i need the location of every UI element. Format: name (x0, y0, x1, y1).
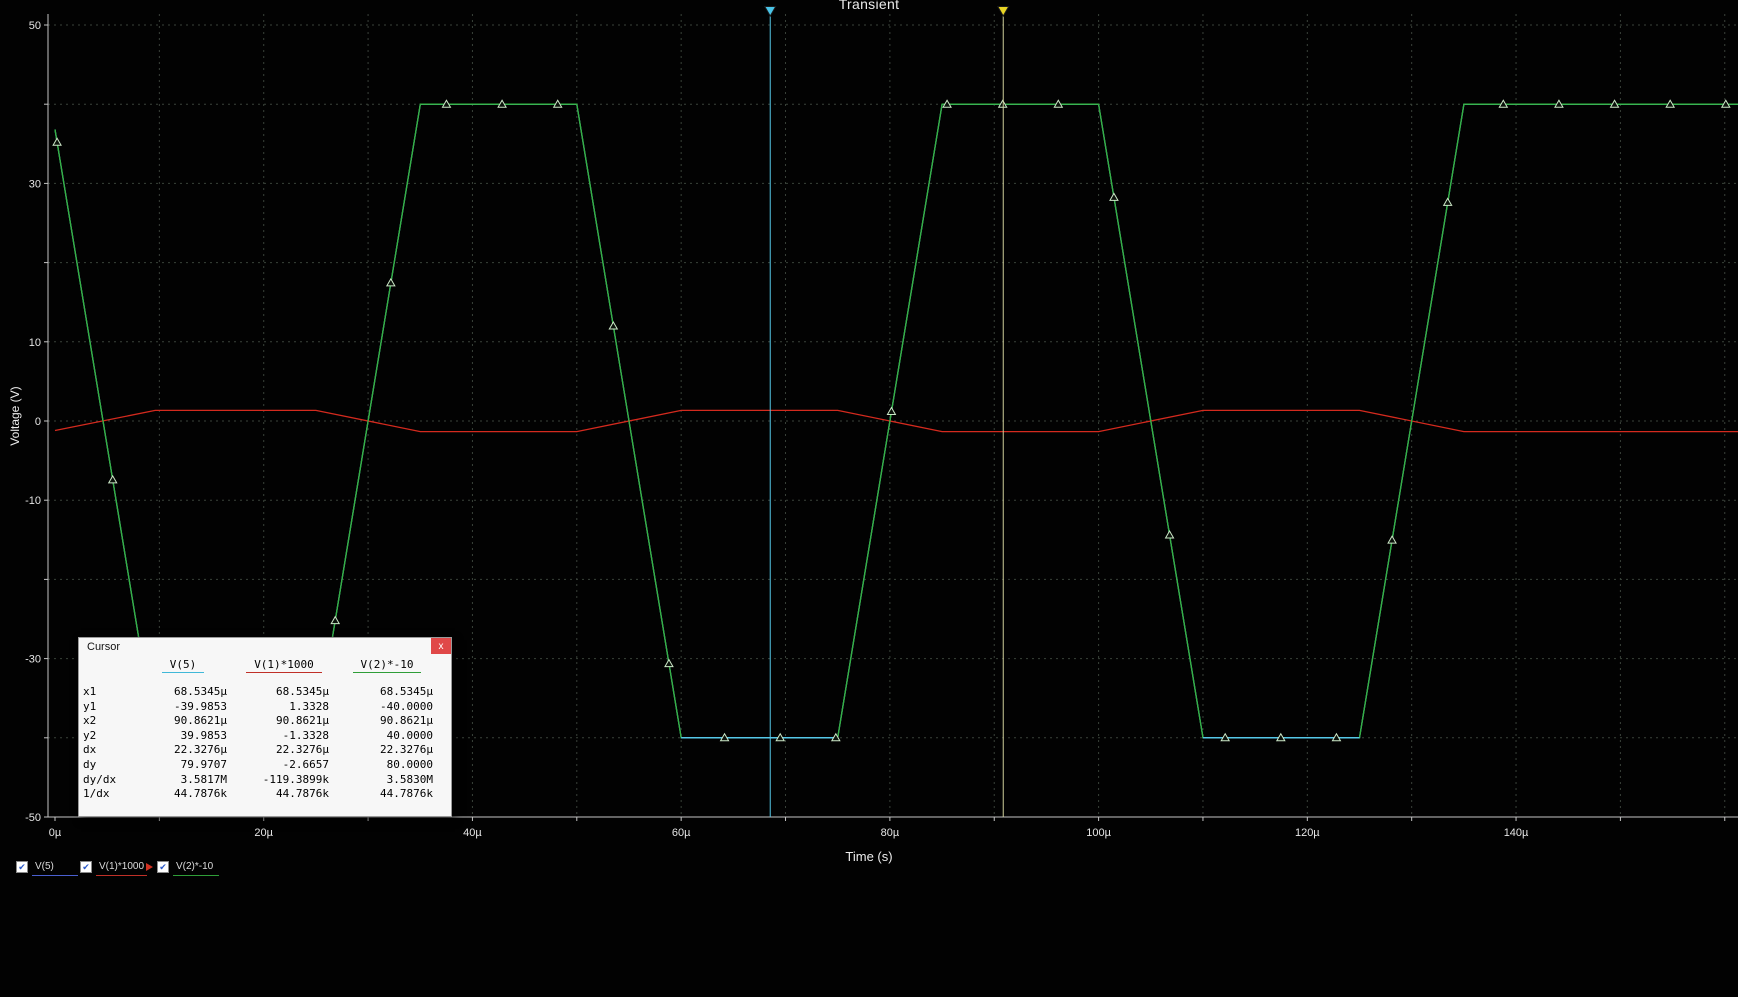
cursor-table-header: V(5) V(1)*1000 V(2)*-10 (83, 658, 447, 673)
cursor-value: -1.3328 (282, 728, 329, 742)
cursor-column-header: V(2)*-10 (352, 658, 422, 673)
cursor-value: 68.5345µ (276, 685, 329, 698)
y-tick-label: -10 (25, 495, 41, 507)
cursor-value: 68.5345µ (380, 685, 433, 698)
x-tick-label: 120µ (1295, 827, 1320, 839)
data-point-marker (385, 277, 396, 287)
cursor-row-label: x2 (83, 714, 97, 728)
cursor-window[interactable]: Cursor x V(5) V(1)*1000 V(2)*-10 x1 68.5345µ… (78, 637, 452, 817)
cursor-value: 3.5817M (180, 772, 227, 786)
cursor-table-row: 1/dx 44.7876k 44.7876k 44.7876k (83, 787, 447, 802)
cursor-row-label: dy/dx (83, 772, 117, 786)
cursor-table-row: dy/dx 3.5817M -119.3899k 3.5830M (83, 773, 447, 788)
trace-visibility-checkbox[interactable]: ✔ (157, 861, 169, 873)
cursor-value: 40.0000 (386, 728, 433, 742)
cursor-value: -39.9853 (174, 699, 227, 713)
cursor-column-header: V(5) (161, 658, 205, 673)
cursor-column-header: V(1)*1000 (246, 658, 322, 673)
cursor-value: 68.5345µ (174, 685, 227, 698)
data-point-marker (1164, 530, 1175, 539)
legend-item-v-5-[interactable]: ✔ V(5) (16, 861, 78, 876)
cursor-row-label: dx (83, 743, 97, 757)
cursor-value: 22.3276µ (276, 743, 329, 757)
cursor-row-label: y1 (83, 699, 97, 713)
cursor-table-row: y1 -39.9853 1.3328 -40.0000 (83, 700, 447, 715)
close-icon[interactable]: x (431, 638, 451, 654)
legend-item-v-1-1000[interactable]: ✔ V(1)*1000 (80, 861, 148, 876)
trace-visibility-checkbox[interactable]: ✔ (16, 861, 28, 873)
y-tick-label: 30 (29, 178, 41, 190)
cursor-value: 90.8621µ (174, 714, 227, 728)
data-point-marker (664, 658, 674, 668)
cursor-value: -2.6657 (282, 757, 329, 771)
legend-trace-label: V(2)*-10 (173, 861, 219, 876)
cursor-value: 3.5830M (386, 772, 433, 786)
cursor-table-row: dy 79.9707 -2.6657 80.0000 (83, 758, 447, 773)
cursor-value: 90.8621µ (276, 714, 329, 728)
cursor-window-titlebar[interactable]: Cursor x (79, 638, 451, 656)
legend-trace-label: V(1)*1000 (96, 861, 148, 876)
y-axis-label: Voltage (V) (8, 386, 22, 446)
cursor-value: 90.8621µ (380, 714, 433, 728)
x-tick-label: 0µ (49, 827, 62, 839)
y-tick-label: -50 (25, 812, 41, 824)
cursor-value: 39.9853 (180, 728, 227, 742)
cursor-row-label: dy (83, 757, 97, 771)
cursor-value: 22.3276µ (174, 743, 227, 757)
cursor-value: 44.7876k (276, 787, 329, 801)
cursor-row-label: y2 (83, 728, 97, 742)
cursor-value: -119.3899k (262, 772, 329, 786)
data-point-marker (1442, 197, 1453, 206)
cursor-table-row: x1 68.5345µ 68.5345µ 68.5345µ (83, 685, 447, 700)
cursor-row-label: x1 (83, 685, 97, 698)
chart-title: Transient (838, 0, 900, 12)
cursor-window-title: Cursor (87, 641, 121, 653)
y-tick-label: 50 (29, 20, 41, 32)
cursor-value: 80.0000 (386, 757, 433, 771)
cursor-value: -40.0000 (380, 699, 433, 713)
cursor-table-row: x2 90.8621µ 90.8621µ 90.8621µ (83, 714, 447, 729)
active-trace-arrow-icon (146, 863, 153, 871)
x-tick-label: 100µ (1086, 827, 1111, 839)
trace-legend: ✔ V(5) ✔ V(1)*1000 ✔ V(2)*-10 (0, 861, 1738, 883)
x-tick-label: 20µ (254, 827, 273, 839)
data-point-marker (1387, 535, 1397, 544)
data-point-marker (1109, 192, 1119, 201)
cursor-value: 44.7876k (380, 787, 433, 801)
y-tick-label: 0 (35, 416, 41, 428)
x-tick-label: 140µ (1504, 827, 1529, 839)
data-point-marker (608, 320, 619, 330)
waveform-viewer: 0µ 20µ 40µ 60µ 80µ 100µ 120µ 140µ 50 30 10 0 -10 -30 -… (0, 0, 1738, 997)
cursor-measurements-table: V(5) V(1)*1000 V(2)*-10 x1 68.5345µ 68.5345µ 6… (79, 656, 451, 804)
x-tick-label: 60µ (672, 827, 691, 839)
data-point-marker (52, 137, 62, 146)
legend-item-v-2-10[interactable]: ✔ V(2)*-10 (146, 861, 219, 876)
cursor-row-label: 1/dx (83, 787, 110, 801)
legend-trace-label: V(5) (32, 861, 78, 876)
trace-visibility-checkbox[interactable]: ✔ (80, 861, 92, 873)
cursor-table-row: dx 22.3276µ 22.3276µ 22.3276µ (83, 743, 447, 758)
data-point-marker (886, 406, 897, 415)
cursor-value: 1.3328 (289, 699, 329, 713)
data-point-marker (107, 474, 118, 484)
data-point-marker (330, 615, 341, 625)
x-tick-label: 40µ (463, 827, 482, 839)
y-tick-label: -30 (25, 654, 41, 666)
x-tick-label: 80µ (881, 827, 900, 839)
cursor-value: 79.9707 (180, 757, 227, 771)
cursor-value: 22.3276µ (380, 743, 433, 757)
cursor-value: 44.7876k (174, 787, 227, 801)
y-tick-label: 10 (29, 337, 41, 349)
cursor-table-row: y2 39.9853 -1.3328 40.0000 (83, 729, 447, 744)
